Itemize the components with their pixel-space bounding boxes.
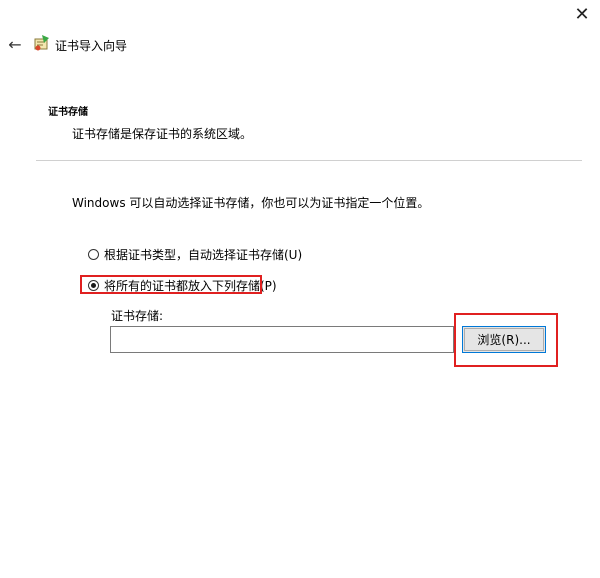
separator [36, 160, 582, 161]
back-button[interactable]: ← [4, 33, 26, 55]
section-description: 证书存储是保存证书的系统区域。 [72, 127, 253, 141]
close-icon: ✕ [574, 4, 590, 25]
radio-auto-label[interactable]: 根据证书类型，自动选择证书存储(U) [104, 246, 302, 263]
intro-text: Windows 可以自动选择证书存储，你也可以为证书指定一个位置。 [72, 196, 430, 210]
radio-button-auto[interactable] [88, 249, 99, 260]
store-input[interactable] [110, 326, 454, 353]
radio-auto-select[interactable]: 根据证书类型，自动选择证书存储(U) [88, 246, 302, 263]
store-label: 证书存储: [111, 309, 164, 323]
wizard-title: 证书导入向导 [55, 39, 128, 53]
back-arrow-icon: ← [8, 34, 22, 54]
close-button[interactable]: ✕ [564, 0, 600, 30]
section-heading: 证书存储 [48, 107, 88, 118]
certificate-wizard-icon [34, 35, 49, 51]
highlight-box-radio [80, 275, 262, 294]
highlight-box-browse [454, 313, 558, 367]
